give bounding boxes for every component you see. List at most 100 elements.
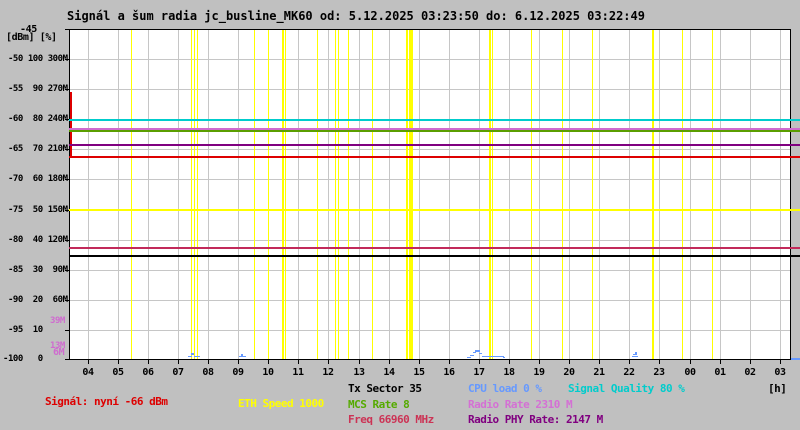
signal-start-spike [70,92,72,158]
x-axis-unit-label: [h] [768,383,786,395]
x-axis-tick [328,360,329,364]
signal-quality-line [69,119,800,121]
x-axis-tick [389,360,390,364]
cpu-load-blip [467,357,471,358]
cpu-load-blip [188,356,192,357]
y-axis-tick [65,89,69,90]
x-axis-tick [659,360,660,364]
x-axis-hour-label: 18 [501,368,517,378]
x-axis-hour-label: 16 [441,368,457,378]
legend-tx-sector: Tx Sector 35 [348,383,421,395]
x-axis-hour-label: 10 [260,368,276,378]
x-axis-hour-label: 22 [621,368,637,378]
y-axis-row-label: -50 100 300M [3,54,68,64]
legend-signal: Signál: nyní -66 dBm [45,396,167,408]
x-axis-hour-label: 01 [712,368,728,378]
y-axis-row-label: -85 30 90M [3,265,68,275]
legend-signal-quality: Signal Quality 80 % [568,383,684,395]
cpu-load-blip [791,358,800,360]
radio-signal-noise-chart: Signál a šum radia jc_busline_MK60 od: 5… [0,0,800,430]
x-axis-hour-label: 07 [170,368,186,378]
y-axis-tick [65,359,69,360]
x-axis-tick [780,360,781,364]
y-axis-m-marker: 39M [50,316,65,326]
plot-area [69,29,791,360]
cpu-load-blip [473,352,476,353]
y-axis-tick [65,29,69,30]
x-axis-tick [298,360,299,364]
y-axis-tick [65,330,69,331]
x-axis-tick [479,360,480,364]
y-axis-row-label: -75 50 150M [3,205,68,215]
y-axis-row-label: -100 0 [3,354,43,364]
x-axis-tick [268,360,269,364]
y-axis-row-label: -90 20 60M [3,295,68,305]
cpu-load-blip [194,356,200,357]
y-axis-unit-label: [dBm] [%] [6,32,57,43]
x-axis-tick [599,360,600,364]
x-axis-tick [118,360,119,364]
cpu-load-blip [479,353,482,354]
x-axis-hour-label: 06 [140,368,156,378]
x-axis-hour-label: 00 [682,368,698,378]
y-axis-row-label: -55 90 270M [3,84,68,94]
x-axis-tick [178,360,179,364]
cpu-load-blip [482,356,504,357]
legend-mcs-rate: MCS Rate 8 [348,399,409,411]
freq-line [69,247,800,249]
x-axis-hour-label: 04 [80,368,96,378]
x-axis-hour-label: 08 [200,368,216,378]
cpu-load-blip [632,356,638,357]
y-axis-tick [65,59,69,60]
x-axis-tick [359,360,360,364]
x-axis-hour-label: 11 [290,368,306,378]
y-axis-tick [65,240,69,241]
x-axis-tick [690,360,691,364]
x-axis-tick [509,360,510,364]
legend-cpu-load: CPU load 0 % [468,383,541,395]
x-axis-tick [88,360,89,364]
noise-line [69,255,800,257]
x-axis-hour-label: 23 [651,368,667,378]
cpu-load-blip [635,352,637,354]
x-axis-hour-label: 05 [110,368,126,378]
x-axis-tick [720,360,721,364]
x-axis-hour-label: 13 [351,368,367,378]
cpu-load-blip [241,354,243,356]
eth-speed-line [69,209,800,211]
x-axis-tick [539,360,540,364]
x-axis-hour-label: 09 [230,368,246,378]
y-axis-tick [65,300,69,301]
x-axis-tick [419,360,420,364]
y-axis-tick [65,179,69,180]
cpu-load-blip [475,350,480,352]
cpu-load-blip [191,353,194,355]
y-axis-row-label: -70 60 180M [3,174,68,184]
x-axis-tick [629,360,630,364]
y-axis-row-label: -95 10 [3,325,43,335]
x-axis-hour-label: 17 [471,368,487,378]
legend-radio-phy-rate: Radio PHY Rate: 2147 M [468,414,603,426]
radio-phy-rate-line [69,144,800,146]
chart-title: Signál a šum radia jc_busline_MK60 od: 5… [67,9,645,23]
y-axis-tick [65,270,69,271]
x-axis-hour-label: 15 [411,368,427,378]
legend-radio-rate: Radio Rate 2310 M [468,399,572,411]
y-axis-m-marker: 6M [53,347,64,358]
cpu-load-blip [503,357,505,358]
y-axis-row-label: -80 40 120M [3,235,68,245]
x-axis-tick [238,360,239,364]
legend-freq: Freq 66960 MHz [348,414,434,426]
legend-eth-speed: ETH Speed 1000 [238,398,324,410]
x-axis-hour-label: 21 [591,368,607,378]
mcs-rate-line [69,130,800,132]
y-axis-tick [65,119,69,120]
cpu-load-blip [633,354,637,355]
x-axis-tick [148,360,149,364]
x-axis-hour-label: 20 [561,368,577,378]
y-axis-row-label: -65 70 210M [3,144,68,154]
y-axis-row-label: -60 80 240M [3,114,68,124]
cpu-load-blip [239,356,246,357]
plot-border [69,29,791,360]
signal-line [69,156,800,158]
